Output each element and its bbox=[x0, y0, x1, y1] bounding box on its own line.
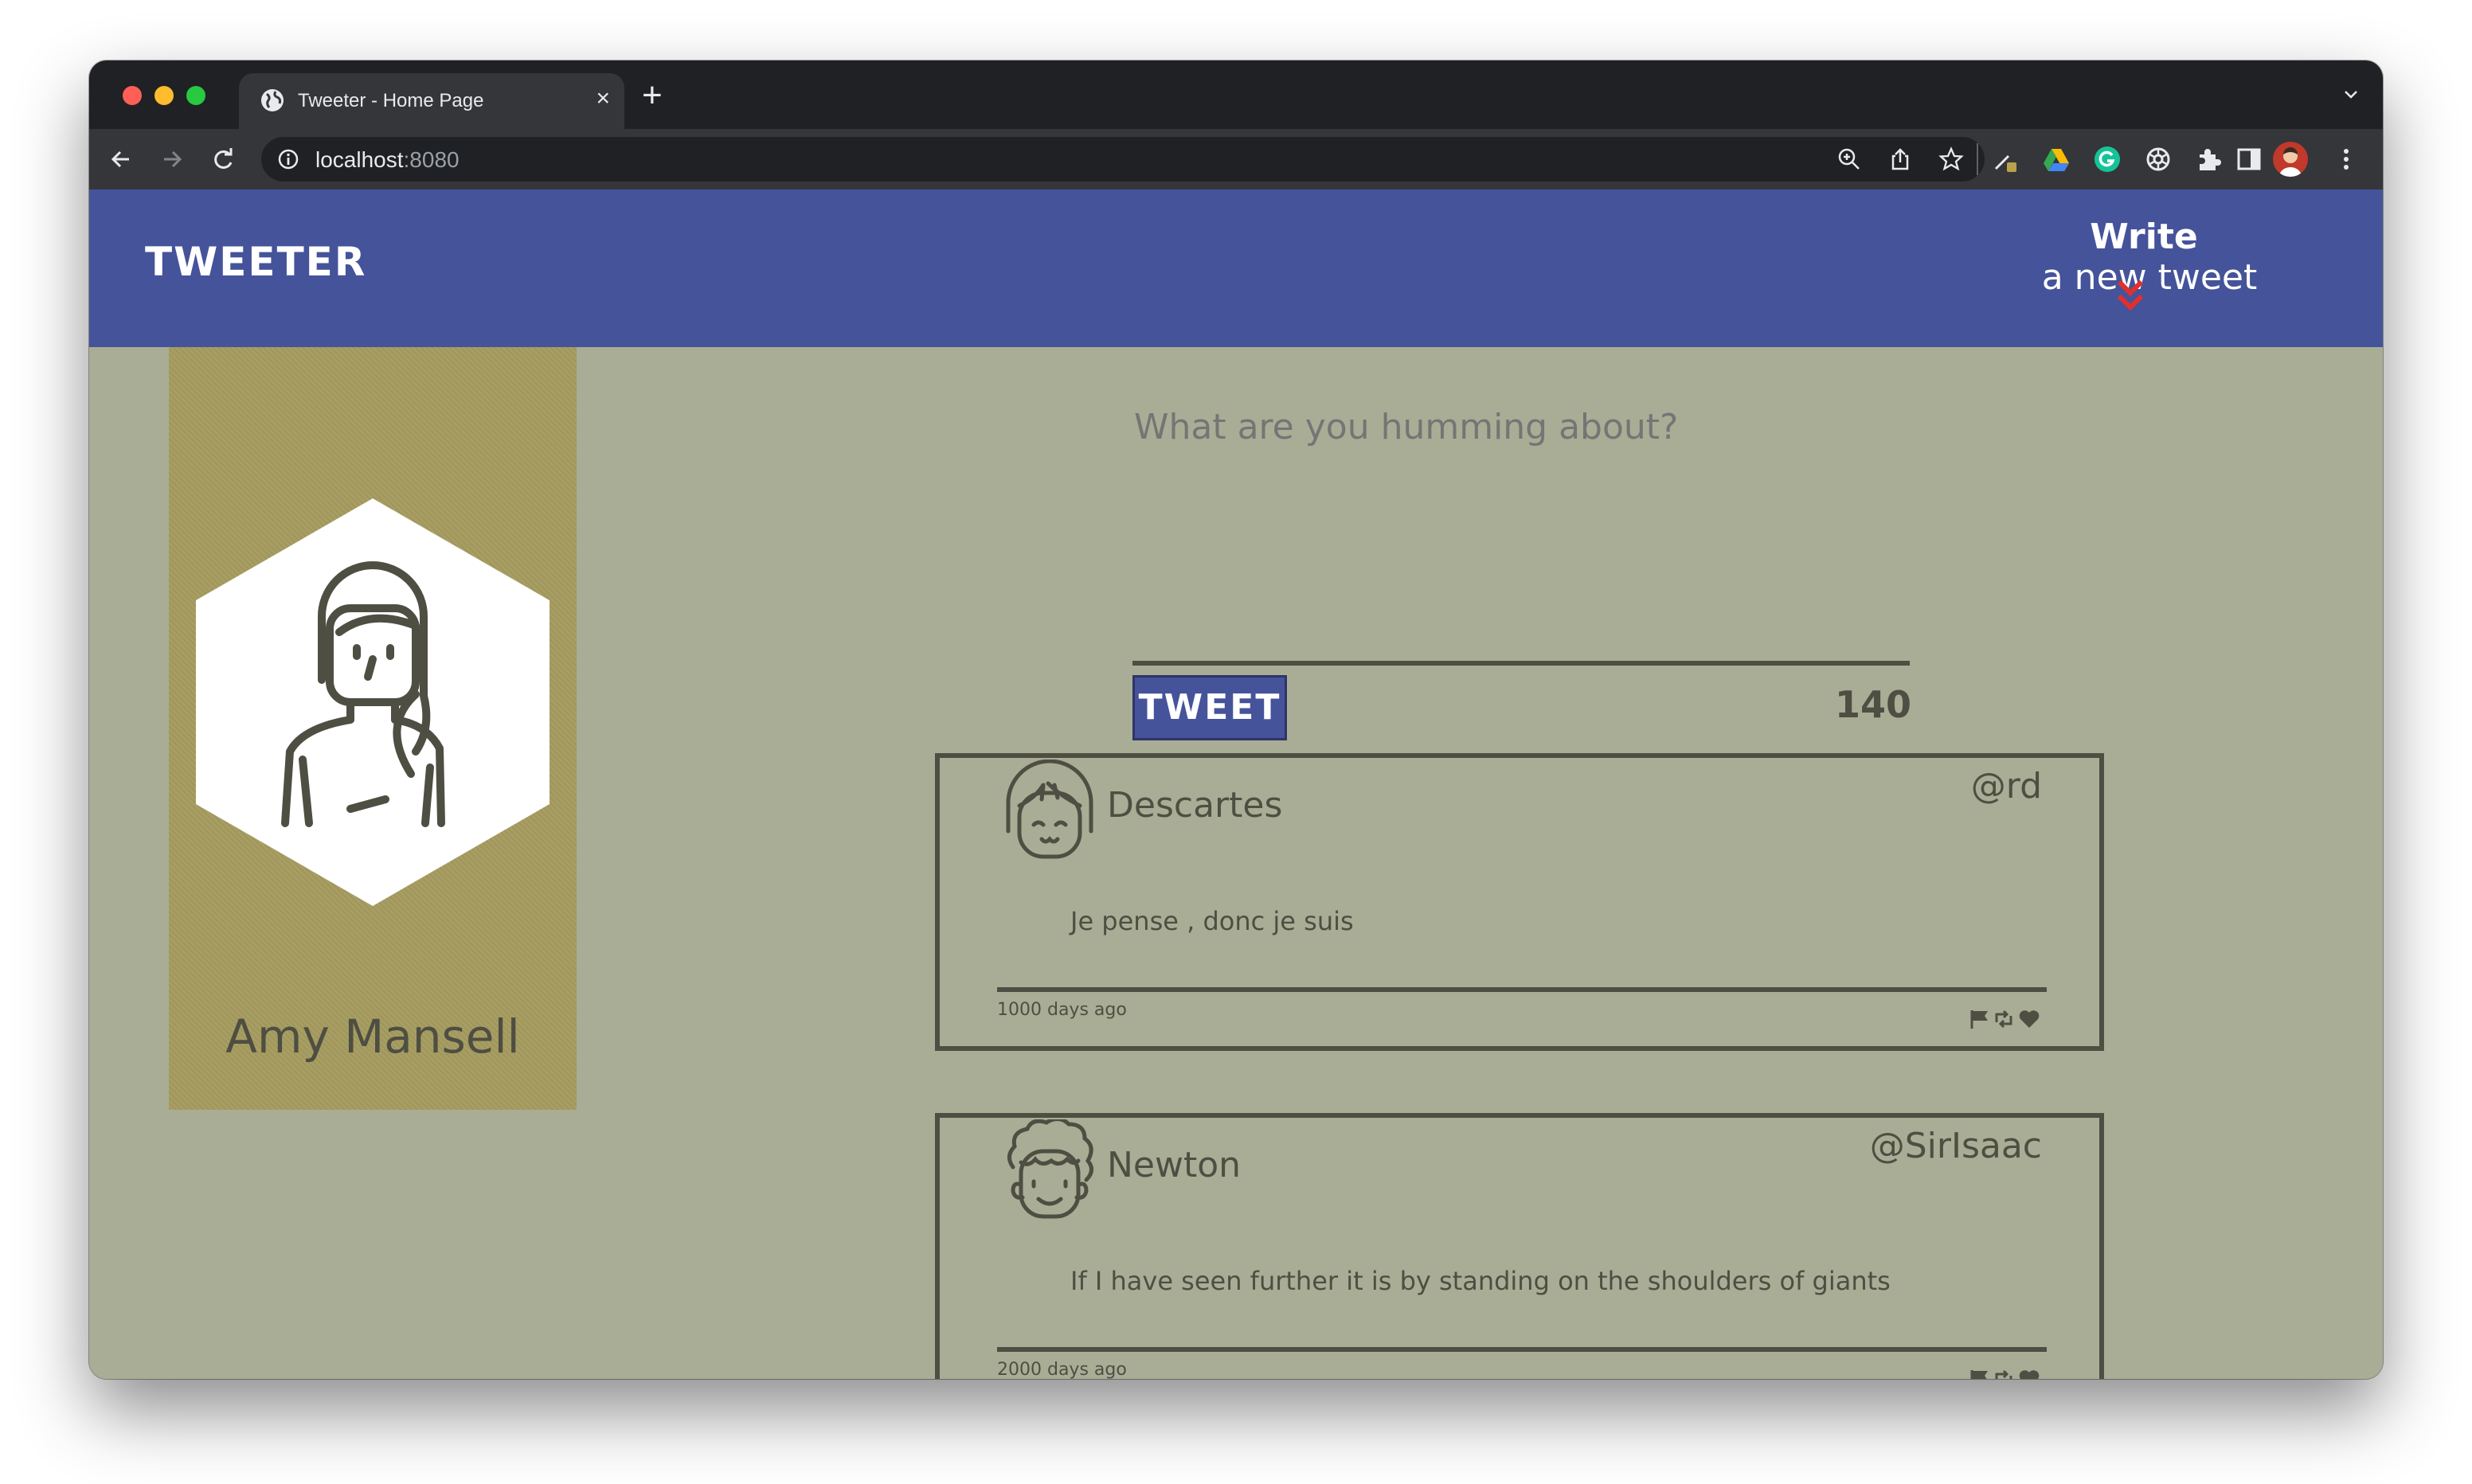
reload-icon[interactable] bbox=[209, 145, 237, 174]
character-counter: 140 bbox=[1834, 683, 1911, 726]
maximize-window-button[interactable] bbox=[186, 86, 205, 105]
profile-avatar-image bbox=[2279, 147, 2302, 177]
menu-icon[interactable] bbox=[2332, 145, 2361, 174]
profile-card: Amy Mansell bbox=[169, 347, 577, 1110]
url-text: localhost:8080 bbox=[315, 147, 460, 172]
eyedropper-extension-icon[interactable] bbox=[1991, 145, 2020, 174]
profile-avatar[interactable] bbox=[2273, 142, 2308, 177]
write-label-bold: Write bbox=[2090, 217, 2198, 257]
heart-icon[interactable] bbox=[2018, 1008, 2040, 1030]
star-icon[interactable] bbox=[1938, 146, 1964, 172]
google-drive-icon[interactable] bbox=[2042, 145, 2071, 174]
back-icon[interactable] bbox=[107, 145, 135, 174]
share-icon[interactable] bbox=[1887, 146, 1913, 172]
tweet-timestamp: 1000 days ago bbox=[997, 1000, 1127, 1020]
grammarly-icon[interactable] bbox=[2093, 145, 2122, 174]
tweet-avatar-icon bbox=[1006, 760, 1093, 859]
close-icon[interactable]: × bbox=[596, 86, 610, 111]
sidebar-icon[interactable] bbox=[2235, 145, 2263, 174]
web-page: TWEETER Write a new tweet Amy Mansell Wh… bbox=[89, 189, 2383, 1379]
tweet-text: If I have seen further it is by standing… bbox=[1070, 1266, 1891, 1296]
zoom-icon[interactable] bbox=[1836, 146, 1862, 172]
profile-name: Amy Mansell bbox=[225, 1010, 520, 1064]
tweet-timestamp: 2000 days ago bbox=[997, 1360, 1127, 1379]
tweet-divider bbox=[997, 987, 2047, 992]
browser-tab[interactable]: Tweeter - Home Page × bbox=[239, 73, 624, 129]
site-logo[interactable]: TWEETER bbox=[145, 239, 366, 285]
tab-search-chevron-icon[interactable] bbox=[2341, 84, 2361, 103]
tab-bar: Tweeter - Home Page × + bbox=[89, 61, 2383, 129]
address-bar[interactable]: localhost:8080 bbox=[261, 137, 1985, 182]
tweet-divider bbox=[997, 1347, 2047, 1352]
minimize-window-button[interactable] bbox=[154, 86, 174, 105]
extensions-icon[interactable] bbox=[2195, 145, 2224, 174]
double-chevron-down-icon[interactable] bbox=[2114, 277, 2146, 314]
flag-icon[interactable] bbox=[1969, 1368, 1991, 1379]
toolbar-separator bbox=[1977, 143, 1978, 175]
info-icon[interactable] bbox=[277, 148, 299, 170]
tweet-author-name: Newton bbox=[1107, 1145, 1242, 1185]
tweet-actions bbox=[1969, 1368, 2042, 1379]
profile-avatar-hexagon bbox=[196, 498, 550, 906]
globe-icon bbox=[261, 89, 284, 111]
heart-icon[interactable] bbox=[2018, 1368, 2040, 1379]
retweet-icon[interactable] bbox=[1993, 1368, 2015, 1379]
tweet-author-name: Descartes bbox=[1107, 785, 1283, 826]
retweet-icon[interactable] bbox=[1993, 1008, 2015, 1030]
tab-title: Tweeter - Home Page bbox=[298, 90, 484, 111]
tweet-author-handle: @SirIsaac bbox=[1869, 1126, 2042, 1166]
tweet-actions bbox=[1969, 1008, 2042, 1030]
tweet-textarea[interactable] bbox=[1132, 406, 1916, 448]
browser-toolbar: localhost:8080 bbox=[89, 129, 2383, 191]
openai-extension-icon[interactable] bbox=[2144, 145, 2173, 174]
tweet-card: Newton @SirIsaac If I have seen further … bbox=[935, 1113, 2104, 1379]
tweet-card: Descartes @rd Je pense , donc je suis 10… bbox=[935, 753, 2104, 1051]
browser-window: Tweeter - Home Page × + localhost:8080 T… bbox=[89, 61, 2383, 1379]
tweet-submit-button[interactable]: TWEET bbox=[1132, 675, 1287, 740]
tweet-author-handle: @rd bbox=[1970, 766, 2042, 806]
plus-icon[interactable]: + bbox=[642, 78, 663, 113]
close-window-button[interactable] bbox=[123, 86, 142, 105]
site-nav: TWEETER Write a new tweet bbox=[89, 189, 2383, 347]
flag-icon[interactable] bbox=[1969, 1008, 1991, 1030]
forward-icon[interactable] bbox=[158, 145, 186, 174]
composer-divider bbox=[1132, 661, 1910, 666]
tweet-text: Je pense , donc je suis bbox=[1070, 906, 1354, 936]
tweet-avatar-icon bbox=[1007, 1119, 1093, 1219]
